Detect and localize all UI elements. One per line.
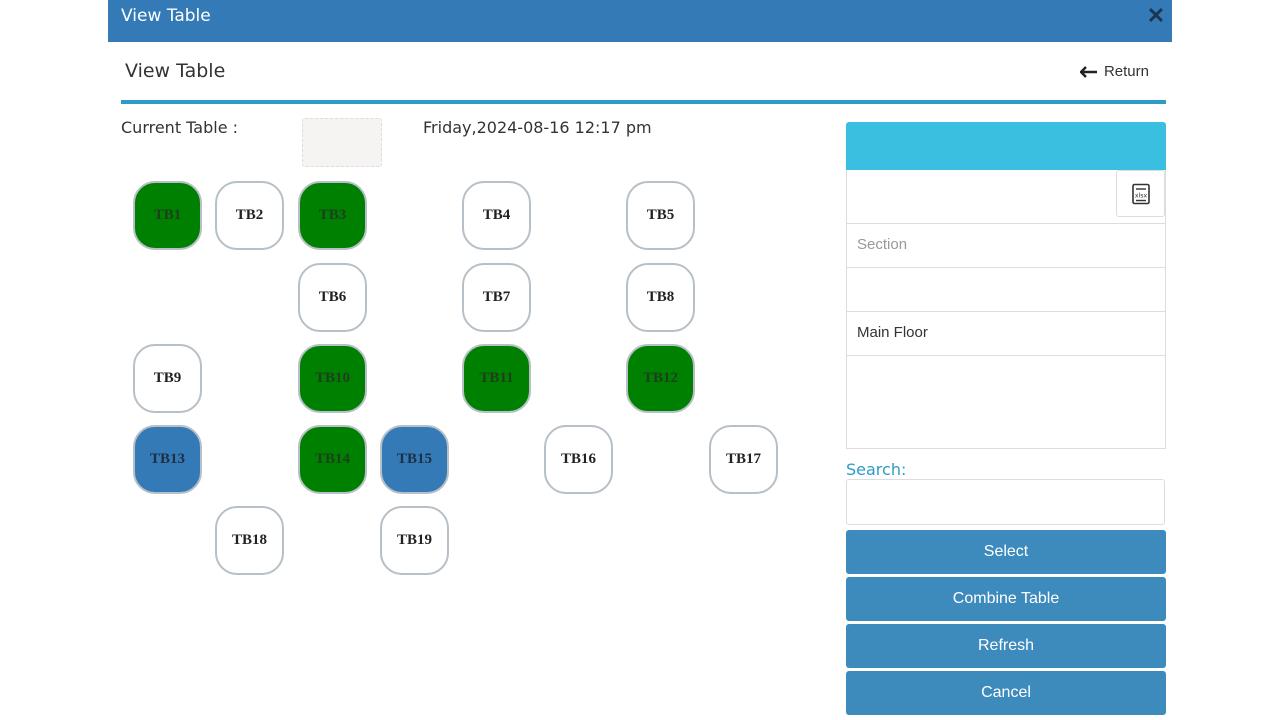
table-tb9[interactable]: TB9 [133,344,202,413]
table-tb18[interactable]: TB18 [215,506,284,575]
table-tb5[interactable]: TB5 [626,181,695,250]
section-panel-header [846,122,1166,170]
table-tb10[interactable]: TB10 [298,344,367,413]
table-tb14[interactable]: TB14 [298,425,367,494]
arrow-left-icon [1079,65,1097,78]
section-list-empty-space [847,356,1165,448]
section-item[interactable] [847,268,1165,312]
page-title: View Table [125,60,226,82]
table-tb6[interactable]: TB6 [298,263,367,332]
refresh-button[interactable]: Refresh [846,624,1166,668]
table-tb17[interactable]: TB17 [709,425,778,494]
table-tb13[interactable]: TB13 [133,425,202,494]
section-list: xlsx Section Main Floor [846,170,1166,449]
dialog-titlebar: View Table ✕ [108,0,1172,42]
combine-table-button[interactable]: Combine Table [846,577,1166,621]
search-input[interactable] [846,479,1165,525]
select-button[interactable]: Select [846,530,1166,574]
view-table-dialog: View Table ✕ View Table Return Current T… [108,0,1172,720]
search-label: Search: [846,460,907,479]
section-header-row: Section [847,224,1165,268]
table-tb7[interactable]: TB7 [462,263,531,332]
section-item-main-floor[interactable]: Main Floor [847,312,1165,356]
table-tb19[interactable]: TB19 [380,506,449,575]
current-table-value [302,118,382,167]
page-header: View Table Return [121,42,1166,104]
return-button[interactable]: Return [1079,63,1149,80]
return-label: Return [1103,63,1149,80]
export-row: xlsx [847,170,1165,224]
table-tb12[interactable]: TB12 [626,344,695,413]
table-tb16[interactable]: TB16 [544,425,613,494]
section-panel: xlsx Section Main Floor [846,122,1166,449]
datetime-display: Friday,2024-08-16 12:17 pm [423,118,652,137]
close-icon[interactable]: ✕ [1144,4,1168,28]
dialog-title: View Table [121,6,211,26]
section-item-label: Main Floor [857,324,928,341]
section-placeholder: Section [857,236,908,253]
table-tb3[interactable]: TB3 [298,181,367,250]
table-tb4[interactable]: TB4 [462,181,531,250]
table-tb2[interactable]: TB2 [215,181,284,250]
cancel-button[interactable]: Cancel [846,671,1166,715]
table-tb15[interactable]: TB15 [380,425,449,494]
current-table-label: Current Table : [121,118,239,137]
table-tb8[interactable]: TB8 [626,263,695,332]
table-tb11[interactable]: TB11 [462,344,531,413]
table-tb1[interactable]: TB1 [133,181,202,250]
svg-text:xlsx: xlsx [1134,192,1147,199]
xlsx-export-icon[interactable]: xlsx [1116,170,1165,217]
